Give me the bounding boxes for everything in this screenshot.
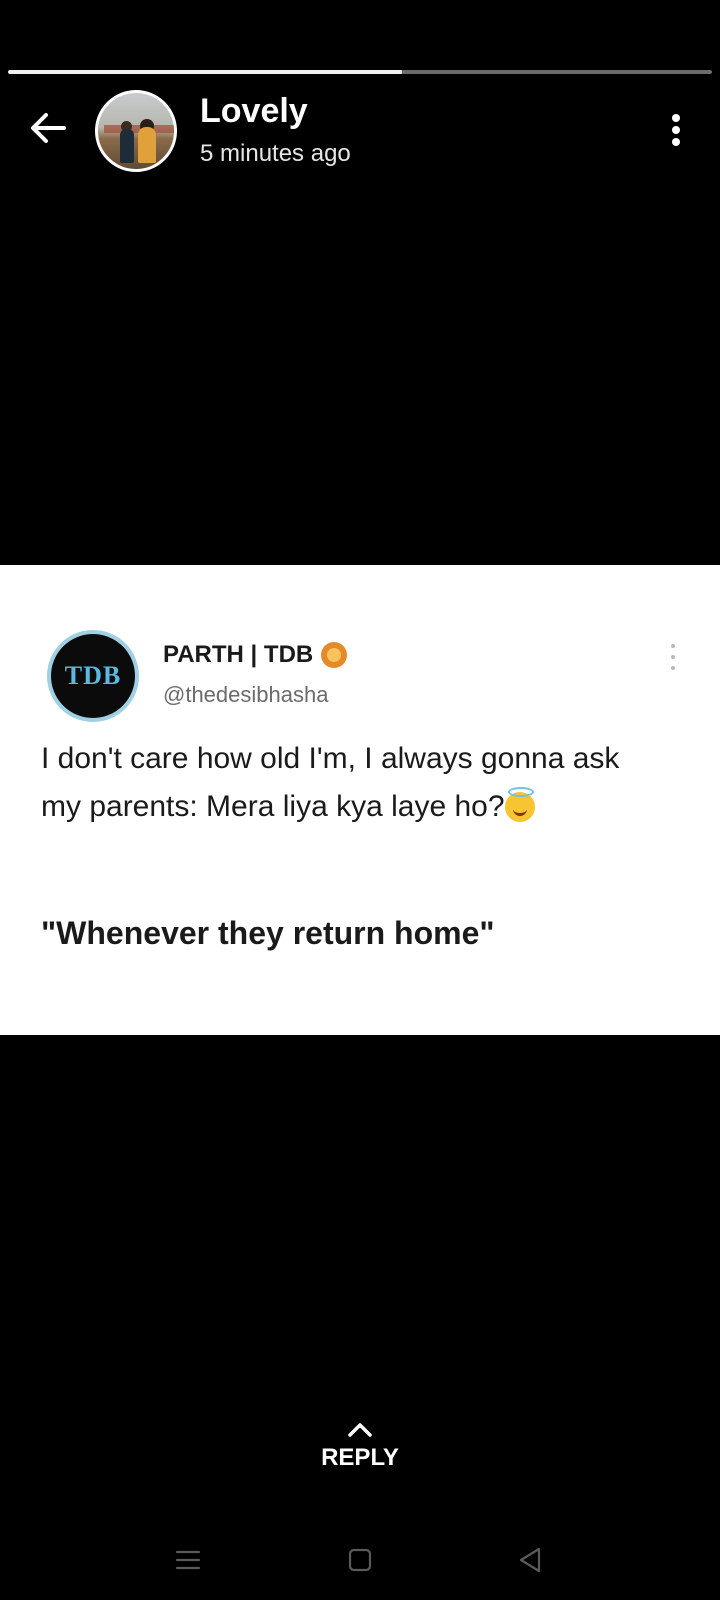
lion-emoji-icon: [321, 642, 348, 668]
posted-time: 5 minutes ago: [200, 140, 351, 167]
system-back-button[interactable]: [506, 1540, 554, 1580]
more-vertical-icon: [672, 114, 680, 122]
smiling-face-with-halo-icon: [504, 787, 535, 822]
more-options-button[interactable]: [660, 110, 692, 150]
recents-menu-icon: [175, 1550, 201, 1570]
chevron-up-icon: [348, 1423, 372, 1437]
tweet-handle: @thedesibhasha: [163, 682, 329, 707]
avatar[interactable]: [95, 90, 177, 172]
tweet-avatar-logo: TDB: [64, 661, 122, 690]
status-progress-bar: [8, 70, 712, 74]
tweet-author-row: PARTH | TDB: [163, 641, 348, 669]
tweet-text: I don't care how old I'm, I always gonna…: [41, 735, 621, 831]
arrow-left-icon: [31, 113, 66, 143]
recents-button[interactable]: [164, 1540, 212, 1580]
home-square-icon: [348, 1548, 372, 1572]
system-nav-bar: [0, 1530, 720, 1590]
reply-label: REPLY: [321, 1444, 399, 1471]
tweet-author-avatar: TDB: [47, 630, 139, 722]
tweet-more-icon: [668, 644, 678, 670]
tweet-author-name: PARTH | TDB: [163, 641, 314, 668]
back-button[interactable]: [24, 104, 72, 152]
status-viewer: Lovely 5 minutes ago TDB PARTH | TDB @th…: [0, 0, 720, 1600]
reply-button[interactable]: REPLY: [300, 1420, 420, 1472]
home-button[interactable]: [336, 1540, 384, 1580]
status-progress-fill: [8, 70, 403, 74]
back-triangle-icon: [519, 1547, 541, 1573]
contact-name[interactable]: Lovely: [200, 92, 308, 131]
tweet-quote: "Whenever they return home": [41, 915, 495, 951]
